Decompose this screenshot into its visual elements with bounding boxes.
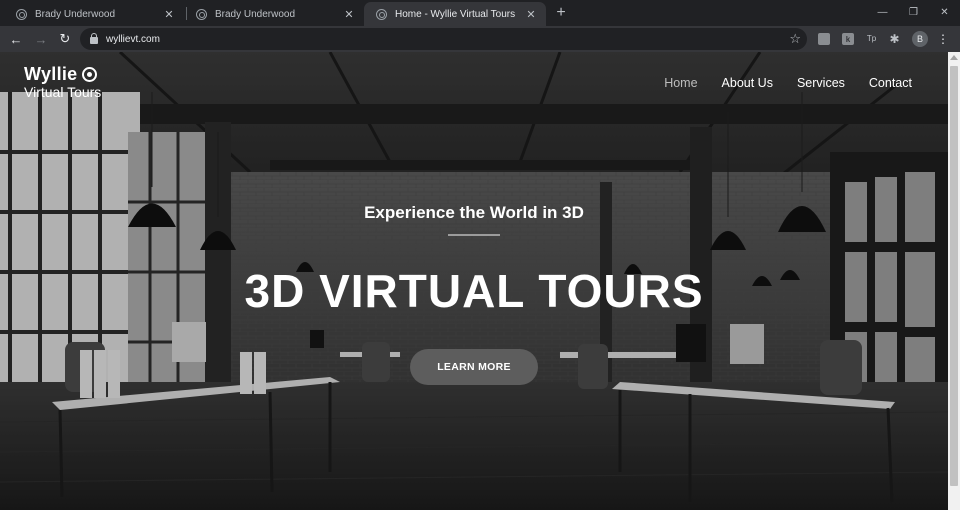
globe-icon — [16, 8, 27, 20]
scrollbar-thumb[interactable] — [950, 66, 958, 486]
close-window-icon[interactable]: ✕ — [929, 0, 960, 24]
tab-title: Brady Underwood — [35, 8, 116, 20]
logo-subtitle: Virtual Tours — [24, 84, 102, 100]
target-icon — [81, 66, 97, 82]
tab-strip: Brady Underwood ✕ Brady Underwood ✕ Home… — [0, 0, 960, 26]
extension-1-icon[interactable] — [818, 33, 830, 45]
hero-title: 3D VIRTUAL TOURS — [244, 265, 704, 317]
back-arrow-icon[interactable]: ← — [7, 30, 25, 48]
learn-more-button[interactable]: LEARN MORE — [410, 349, 538, 385]
nav-link-services[interactable]: Services — [797, 76, 845, 90]
extension-3-icon[interactable]: Tp — [864, 31, 879, 46]
site-favicon-icon — [376, 8, 387, 20]
minimize-icon[interactable]: — — [867, 0, 898, 24]
extension-2-icon[interactable]: k — [842, 33, 854, 45]
profile-avatar[interactable]: B — [912, 31, 928, 47]
nav-link-contact[interactable]: Contact — [869, 76, 912, 90]
hero-tagline: Experience the World in 3D — [364, 203, 584, 222]
site-logo[interactable]: Wyllie Virtual Tours — [24, 65, 101, 100]
logo-name: Wyllie — [24, 64, 78, 84]
tab-title: Brady Underwood — [215, 8, 296, 20]
puzzle-icon[interactable]: ✱ — [887, 31, 902, 46]
star-icon[interactable]: ☆ — [789, 31, 801, 47]
globe-icon — [196, 8, 207, 20]
logo-wordmark: Wyllie — [24, 65, 101, 83]
browser-toolbar: ← → ↻ wyllievt.com ☆ k Tp ✱ B ⋮ — [0, 26, 960, 52]
hero-divider — [448, 234, 500, 236]
plus-icon[interactable]: + — [552, 4, 570, 22]
page-scrollbar[interactable] — [948, 52, 960, 510]
reload-icon[interactable]: ↻ — [56, 30, 74, 48]
more-menu-icon[interactable]: ⋮ — [937, 31, 949, 47]
lock-icon — [90, 33, 98, 44]
forward-arrow-icon[interactable]: → — [32, 30, 50, 48]
tab-title: Home - Wyllie Virtual Tours — [395, 8, 516, 20]
main-nav: Home About Us Services Contact — [664, 76, 912, 90]
nav-link-about-us[interactable]: About Us — [722, 76, 773, 90]
address-bar[interactable]: wyllievt.com ☆ — [80, 28, 807, 50]
browser-tab-active[interactable]: Home - Wyllie Virtual Tours ✕ — [364, 2, 546, 26]
browser-tab[interactable]: Brady Underwood ✕ — [4, 2, 184, 26]
close-icon[interactable]: ✕ — [162, 7, 176, 21]
close-icon[interactable]: ✕ — [524, 7, 538, 21]
browser-tab[interactable]: Brady Underwood ✕ — [184, 2, 364, 26]
scroll-up-arrow-icon[interactable] — [950, 55, 958, 60]
page-viewport: Wyllie Virtual Tours Home About Us Servi… — [0, 52, 948, 510]
nav-link-home[interactable]: Home — [664, 76, 697, 90]
close-icon[interactable]: ✕ — [342, 7, 356, 21]
window-controls: — ❐ ✕ — [867, 0, 960, 24]
url-text: wyllievt.com — [106, 33, 160, 45]
restore-icon[interactable]: ❐ — [898, 0, 929, 24]
